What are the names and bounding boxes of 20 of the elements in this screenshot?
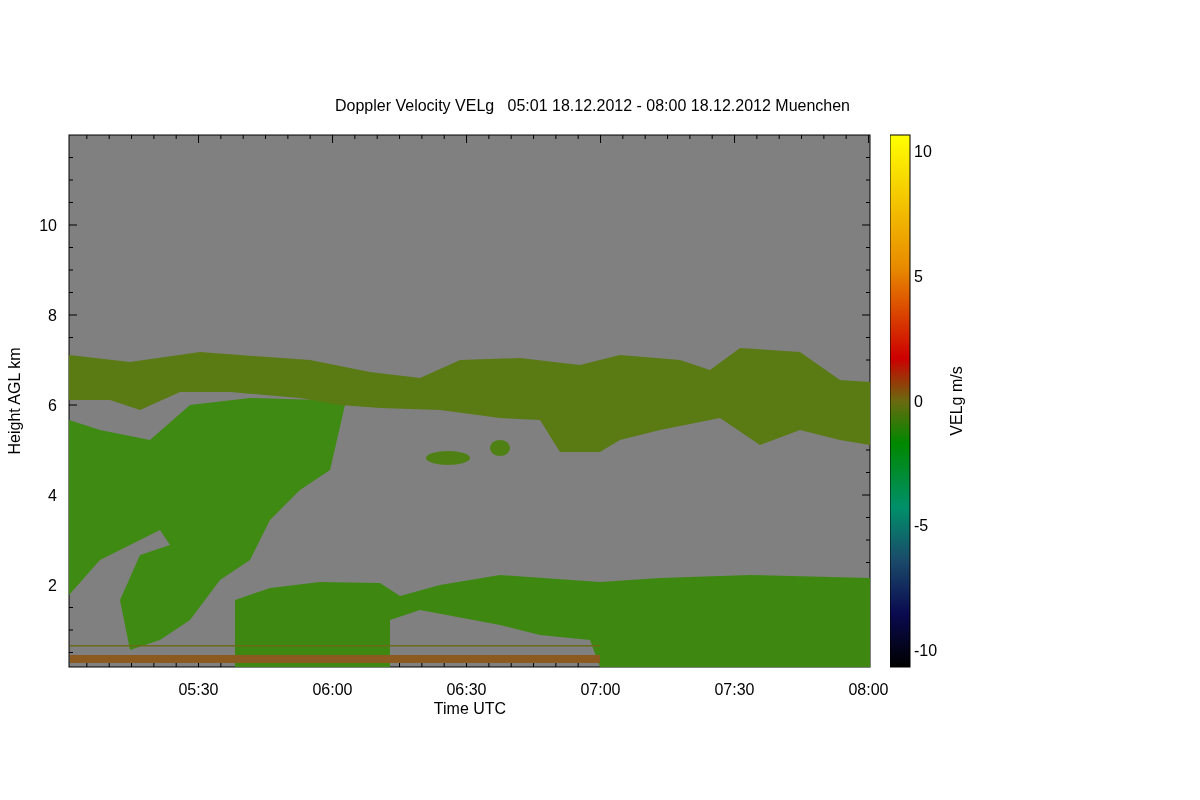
tick-label: 4: [48, 487, 57, 504]
tick-label: 6: [48, 397, 57, 414]
tick-label: 08:00: [848, 681, 889, 698]
tick-label: -5: [914, 517, 929, 535]
chart-title: Doppler Velocity VELg 05:01 18.12.2012 - 08:00 18.12.2012 Muenchen: [334, 97, 850, 116]
tick-label: 07:30: [714, 681, 755, 698]
axis-title: VELg m/s: [948, 366, 965, 436]
tick-label: 10: [914, 143, 932, 160]
axis-title: Time UTC: [433, 700, 507, 717]
tick-label: -10: [914, 642, 938, 659]
tick-label: 07:00: [580, 681, 621, 698]
tick-label: 5: [914, 267, 923, 285]
tick-label: 2: [48, 577, 57, 594]
tick-label: 05:30: [178, 681, 219, 698]
axis-title: Height AGL km: [6, 347, 23, 455]
tick-label: 8: [48, 307, 57, 324]
tick-label: 10: [39, 217, 57, 234]
tick-label: 06:30: [446, 681, 487, 698]
tick-label: 06:00: [312, 681, 353, 698]
tick-label: 0: [914, 392, 923, 410]
